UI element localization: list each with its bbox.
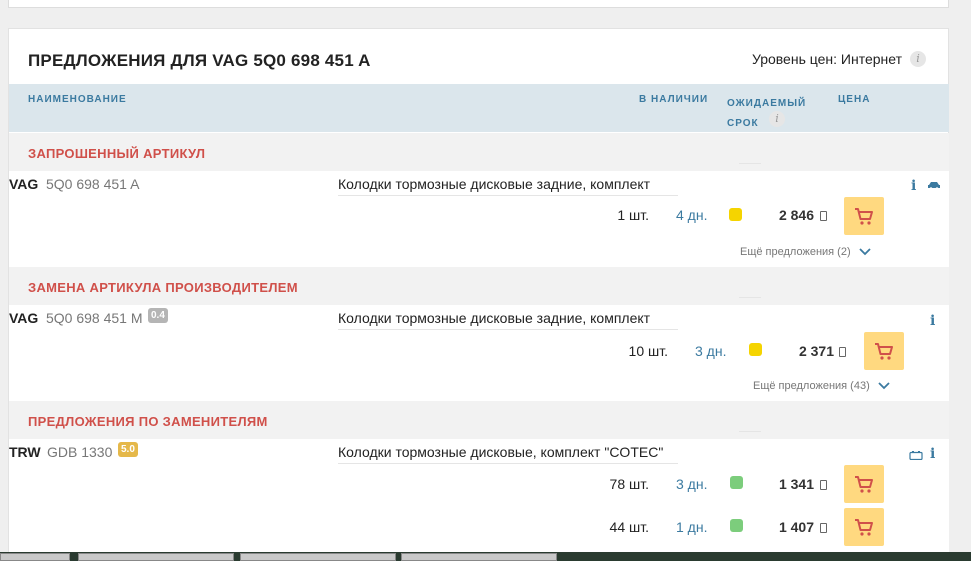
offer-price: 2 846	[778, 207, 814, 223]
brand-label: VAG	[9, 310, 39, 326]
stock-qty: 10 шт.	[628, 343, 668, 359]
cart-icon	[875, 343, 893, 360]
column-stock[interactable]: В НАЛИЧИИ	[639, 94, 708, 105]
part-description: Колодки тормозные дисковые задние, компл…	[338, 176, 678, 196]
part-description: Колодки тормозные дисковые задние, компл…	[338, 310, 678, 330]
divider	[739, 163, 761, 164]
column-eta-line2: СРОК	[727, 118, 759, 129]
delivery-days: 4 дн.	[676, 207, 708, 223]
currency-icon	[820, 523, 827, 533]
brand-label: TRW	[9, 444, 41, 460]
more-offers-link[interactable]: Ещё предложения (43)	[753, 380, 870, 392]
currency-icon	[820, 211, 827, 221]
chevron-down-icon[interactable]	[859, 248, 871, 256]
taskbar-item[interactable]	[240, 553, 396, 561]
article-number[interactable]: 5Q0 698 451 M	[46, 310, 143, 326]
info-icon[interactable]: i	[930, 446, 935, 462]
add-to-cart-button[interactable]	[844, 465, 884, 503]
column-eta[interactable]: ОЖИДАЕМЫЙ СРОК	[727, 94, 806, 134]
rating-badge: 0.4	[148, 308, 168, 323]
taskbar-item[interactable]	[401, 553, 557, 561]
table-header: НАИМЕНОВАНИЕ В НАЛИЧИИ ОЖИДАЕМЫЙ СРОК i …	[9, 84, 949, 132]
chevron-down-icon[interactable]	[878, 382, 890, 390]
car-icon[interactable]	[927, 181, 941, 190]
section-title: ЗАМЕНА АРТИКУЛА ПРОИЗВОДИТЕЛЕМ	[28, 280, 298, 295]
cart-icon	[855, 476, 873, 493]
top-panel-edge	[8, 0, 949, 8]
delivery-days: 3 дн.	[695, 343, 727, 359]
section-replacement: ЗАМЕНА АРТИКУЛА ПРОИЗВОДИТЕЛЕМ	[9, 267, 949, 305]
stock-qty: 1 шт.	[617, 207, 649, 223]
offer-price: 1 341	[778, 476, 814, 492]
info-icon[interactable]: i	[911, 178, 916, 194]
section-title: ЗАПРОШЕННЫЙ АРТИКУЛ	[28, 146, 206, 161]
page-title: ПРЕДЛОЖЕНИЯ ДЛЯ VAG 5Q0 698 451 A	[28, 51, 371, 70]
rating-badge: 5.0	[118, 442, 138, 457]
column-price[interactable]: ЦЕНА	[838, 94, 870, 105]
section-substitutes: ПРЕДЛОЖЕНИЯ ПО ЗАМЕНИТЕЛЯМ	[9, 401, 949, 439]
section-requested: ЗАПРОШЕННЫЙ АРТИКУЛ	[9, 133, 949, 171]
cart-icon	[855, 208, 873, 225]
currency-icon	[820, 480, 827, 490]
more-offers-link[interactable]: Ещё предложения (2)	[740, 246, 851, 258]
battery-icon[interactable]	[909, 451, 923, 460]
eta-info-icon[interactable]: i	[769, 111, 785, 127]
offer-price: 1 407	[778, 519, 814, 535]
cart-icon	[855, 519, 873, 536]
article-number[interactable]: 5Q0 698 451 A	[46, 176, 139, 192]
part-description: Колодки тормозные дисковые, комплект "CO…	[338, 444, 678, 464]
add-to-cart-button[interactable]	[864, 332, 904, 370]
availability-dot	[730, 519, 743, 532]
availability-dot	[749, 343, 762, 356]
price-level-label[interactable]: Уровень цен: Интернет	[752, 51, 902, 67]
brand-label: VAG	[9, 176, 39, 192]
availability-dot	[729, 208, 742, 221]
delivery-days: 3 дн.	[676, 476, 708, 492]
table-row: VAG 5Q0 698 451 A Колодки тормозные диск…	[9, 171, 949, 267]
info-icon[interactable]: i	[910, 51, 926, 67]
add-to-cart-button[interactable]	[844, 197, 884, 235]
taskbar-item[interactable]	[78, 553, 234, 561]
offers-panel: ПРЕДЛОЖЕНИЯ ДЛЯ VAG 5Q0 698 451 A Уровен…	[8, 28, 949, 561]
availability-dot	[730, 476, 743, 489]
delivery-days: 1 дн.	[676, 519, 708, 535]
article-number[interactable]: GDB 1330	[47, 444, 112, 460]
table-row: TRW GDB 1330 5.0 Колодки тормозные диско…	[9, 439, 949, 561]
info-icon[interactable]: i	[930, 313, 935, 329]
table-row: VAG 5Q0 698 451 M 0.4 Колодки тормозные …	[9, 305, 949, 401]
add-to-cart-button[interactable]	[844, 508, 884, 546]
section-title: ПРЕДЛОЖЕНИЯ ПО ЗАМЕНИТЕЛЯМ	[28, 414, 268, 429]
stock-qty: 78 шт.	[609, 476, 649, 492]
column-name[interactable]: НАИМЕНОВАНИЕ	[28, 94, 127, 105]
currency-icon	[839, 347, 846, 357]
stock-qty: 44 шт.	[609, 519, 649, 535]
divider	[739, 297, 761, 298]
divider	[739, 431, 761, 432]
taskbar-item[interactable]	[0, 553, 70, 561]
offer-price: 2 371	[798, 343, 834, 359]
column-eta-line1: ОЖИДАЕМЫЙ	[727, 98, 807, 109]
